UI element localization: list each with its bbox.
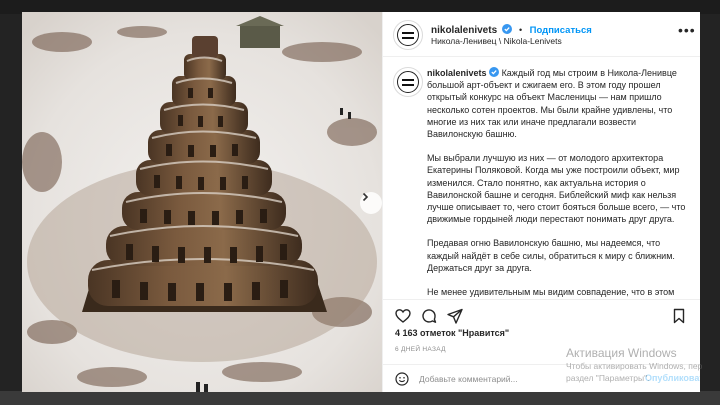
separator-dot: • [519, 25, 523, 35]
caption-paragraph-1: Каждый год мы строим в Никола-Ленивце бо… [427, 68, 677, 140]
verified-badge-icon [489, 67, 500, 77]
next-arrow-icon [362, 192, 369, 202]
author-avatar[interactable] [393, 20, 423, 50]
follow-button[interactable]: Подписаться [530, 25, 592, 36]
next-photo-button[interactable] [360, 192, 382, 214]
post-side-panel: nikolalenivets • Подписаться Никола-Лени… [382, 12, 700, 392]
tower-photo-image [22, 12, 382, 392]
bookmark-icon[interactable] [671, 308, 687, 324]
watermark-title: Активация Windows [566, 346, 677, 360]
author-username[interactable]: nikolalenivets [431, 25, 497, 36]
caption-username[interactable]: nikolalenivets [427, 68, 487, 78]
caption-paragraph-2: Мы выбрали лучшую из них — от молодого а… [427, 153, 686, 225]
backdrop-bottom [0, 391, 720, 405]
comment-icon[interactable] [421, 308, 437, 324]
post-modal: nikolalenivets • Подписаться Никола-Лени… [22, 12, 700, 392]
caption-text: nikolalenivets Каждый год мы строим в Ни… [427, 67, 689, 297]
post-date: 6 ДНЕЙ НАЗАД [395, 346, 446, 353]
post-photo[interactable] [22, 12, 382, 392]
avatar-logo [397, 24, 419, 46]
watermark-line-1: Чтобы активировать Windows, пер [566, 361, 703, 371]
backdrop-left [0, 14, 22, 405]
verified-badge-icon [501, 24, 512, 34]
action-bar [383, 299, 700, 330]
avatar-logo [397, 71, 419, 93]
post-location[interactable]: Никола-Ленивец \ Nikola-Lenivets [431, 36, 562, 46]
heart-icon[interactable] [395, 308, 411, 324]
likes-count[interactable]: 4 163 отметок "Нравится" [395, 328, 509, 338]
watermark-line-2: раздел "Параметры". [566, 373, 650, 383]
post-header: nikolalenivets • Подписаться Никола-Лени… [383, 12, 700, 57]
caption-paragraph-3: Предавая огню Вавилонскую башню, мы наде… [427, 238, 675, 273]
caption-area[interactable]: nikolalenivets Каждый год мы строим в Ни… [383, 57, 700, 297]
caption-avatar[interactable] [393, 67, 423, 97]
backdrop-right [700, 14, 720, 405]
windows-activation-watermark: Активация Windows Чтобы активировать Win… [566, 346, 702, 384]
share-icon[interactable] [447, 308, 463, 324]
more-icon: ••• [678, 22, 696, 38]
caption-paragraph-4: Не менее удивительным мы видим совпадени… [427, 287, 675, 297]
emoji-icon[interactable] [395, 372, 409, 386]
more-options-button[interactable]: ••• [678, 22, 696, 38]
